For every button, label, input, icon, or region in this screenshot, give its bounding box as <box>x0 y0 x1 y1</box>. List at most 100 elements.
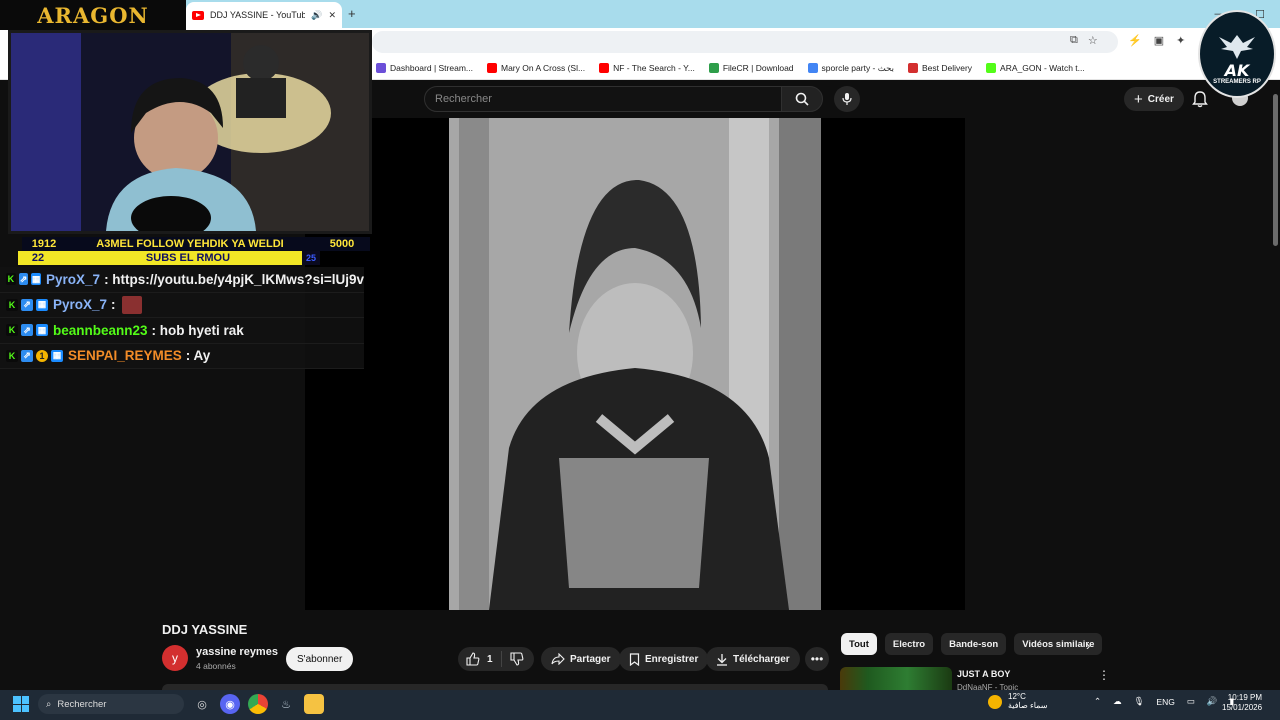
chevron-right-icon[interactable]: › <box>1086 638 1090 653</box>
bookmark-favicon-icon <box>986 63 997 73</box>
subs-goal-bar: 22 SUBS EL RMOU <box>18 251 318 265</box>
grid-badge-icon: ▦ <box>36 298 48 311</box>
extensions-area: ⚡ ▣ ✦ <box>1128 34 1185 47</box>
ak-logo-subtitle: STREAMERS RP <box>1213 79 1261 86</box>
save-button[interactable]: Enregistrer <box>619 647 709 671</box>
share-button[interactable]: Partager <box>541 647 621 671</box>
kick-badge-icon: K <box>6 273 16 286</box>
steam-icon[interactable]: ♨ <box>276 694 296 714</box>
bookmark-item[interactable]: Mary On A Cross (Sl... <box>487 63 585 73</box>
taskbar-search-label: Rechercher <box>57 698 107 710</box>
file-explorer-icon[interactable] <box>304 694 324 714</box>
share-icon <box>551 653 565 665</box>
recommendation-thumbnail[interactable] <box>840 667 952 690</box>
chat-message: K ⇗ ▦ PyroX_7: <box>0 292 364 318</box>
bookmark-item[interactable]: ARA_GON - Watch t... <box>986 63 1085 73</box>
sun-icon <box>988 694 1002 709</box>
speaker-icon[interactable]: 🔊 <box>311 10 322 21</box>
recommendation-channel: DdNaaNF - Topic <box>957 683 1019 690</box>
bookmark-item[interactable]: sporcle party - بحث <box>807 63 894 74</box>
cloud-icon[interactable]: ☁ <box>1113 696 1122 707</box>
vertical-dots-icon[interactable]: ⋮ <box>1098 668 1110 682</box>
windows-start-icon[interactable] <box>13 696 29 712</box>
like-button[interactable]: 1 <box>458 651 502 667</box>
channel-name[interactable]: yassine reymes <box>196 646 278 658</box>
search-icon: ⌕ <box>46 698 52 710</box>
follow-goal-bar: 1912 A3MEL FOLLOW YEHDIK YA WELDI 5000 <box>22 237 370 251</box>
video-frame[interactable] <box>449 118 821 610</box>
microphone-icon <box>842 93 852 105</box>
chat-username[interactable]: PyroX_7 <box>53 297 107 312</box>
download-button[interactable]: Télécharger <box>706 647 800 671</box>
channel-avatar[interactable]: y <box>162 645 188 671</box>
grid-badge-icon: ▦ <box>51 349 63 362</box>
arrow-badge-icon: ⇗ <box>21 324 33 337</box>
bookmark-item[interactable]: FileCR | Download <box>708 63 794 73</box>
webcam-feed <box>8 30 372 234</box>
thumbs-up-icon <box>466 652 480 666</box>
kick-badge-icon: K <box>6 349 18 362</box>
grid-badge-icon: ▦ <box>31 273 42 286</box>
bookmark-item[interactable]: Best Delivery <box>907 63 972 73</box>
kick-badge-icon: K <box>6 324 18 337</box>
bookmark-item[interactable]: NF - The Search - Y... <box>599 63 695 73</box>
browser-tab-active[interactable]: DDJ YASSINE - YouTube 🔊 ✕ <box>186 2 342 28</box>
extension-icon[interactable]: ⚡ <box>1128 34 1142 47</box>
filter-chip[interactable]: Electro <box>884 633 934 655</box>
discord-icon[interactable]: ◉ <box>220 694 240 714</box>
bookmark-star-icon[interactable]: ☆ <box>1088 34 1098 47</box>
search-icon <box>795 92 809 106</box>
bookmark-item[interactable]: Dashboard | Stream... <box>376 63 473 73</box>
address-bar[interactable] <box>372 31 1118 53</box>
chat-text: : Ay <box>185 348 211 364</box>
omnibox-actions: ⧉ ☆ <box>1070 34 1098 47</box>
recommendation-title[interactable]: JUST A BOY <box>957 669 1010 679</box>
screenshot-extension-icon[interactable]: ▣ <box>1154 34 1164 47</box>
new-tab-button[interactable]: + <box>348 6 356 21</box>
more-horizontal-icon: ••• <box>810 652 824 666</box>
video-still-image <box>449 118 821 610</box>
copilot-icon[interactable]: ◎ <box>192 694 212 714</box>
more-actions-button[interactable]: ••• <box>805 647 829 671</box>
chat-message: K ⇗ 1 ▦ SENPAI_REYMES: Ay <box>0 343 364 369</box>
subscribe-button[interactable]: S'abonner <box>286 647 354 671</box>
bookmark-label: ARA_GON - Watch t... <box>1000 63 1085 73</box>
chrome-icon[interactable] <box>248 694 268 714</box>
taskbar-search[interactable]: ⌕ Rechercher <box>38 694 184 714</box>
language-indicator[interactable]: ENG <box>1156 697 1174 707</box>
voice-search-button[interactable] <box>834 86 860 112</box>
notifications-button[interactable] <box>1192 90 1208 113</box>
chat-emote-icon <box>121 295 142 314</box>
search-button[interactable] <box>781 86 823 112</box>
taskbar-clock[interactable]: 10:19 PM 15/01/2026 <box>1222 693 1262 713</box>
plus-icon: + <box>1134 90 1143 108</box>
scrollbar-thumb[interactable] <box>1273 94 1278 246</box>
network-icon[interactable]: ▭ <box>1187 696 1195 707</box>
search-input[interactable]: Rechercher <box>424 86 782 112</box>
stream-chat: K ⇗ ▦ PyroX_7: https://youtu.be/y4pjK_lKMws… <box>0 267 364 369</box>
install-app-icon[interactable]: ⧉ <box>1070 34 1078 47</box>
filter-chip[interactable]: Tout <box>841 633 877 655</box>
filter-chip[interactable]: Bande-son <box>941 633 1007 655</box>
ak-streamers-logo: AK STREAMERS RP <box>1198 10 1276 98</box>
close-tab-icon[interactable]: ✕ <box>328 10 336 21</box>
chat-username[interactable]: SENPAI_REYMES <box>68 348 182 363</box>
chat-text: : https://youtu.be/y4pjK_lKMws?si=lUj9v <box>104 271 364 287</box>
taskbar-apps: ◎ ◉ ♨ <box>192 694 324 714</box>
subs-goal-text: SUBS EL RMOU <box>145 252 231 264</box>
bookmark-icon <box>629 652 640 666</box>
save-label: Enregistrer <box>645 653 699 665</box>
puzzle-extensions-icon[interactable]: ✦ <box>1176 34 1185 47</box>
chevron-up-icon[interactable]: ⌃ <box>1094 696 1101 707</box>
create-label: Créer <box>1147 93 1174 105</box>
chat-username[interactable]: beannbeann23 <box>53 323 148 338</box>
youtube-icon <box>192 10 204 20</box>
microphone-icon[interactable]: 🎙 <box>1134 696 1145 707</box>
volume-icon[interactable]: 🔊 <box>1207 696 1218 707</box>
chat-username[interactable]: PyroX_7 <box>46 272 100 287</box>
subscriber-count: 4 abonnés <box>196 661 236 671</box>
video-title: DDJ YASSINE <box>162 622 248 637</box>
weather-widget[interactable]: 12°C سماء صافية <box>988 692 1048 711</box>
dislike-button[interactable] <box>502 652 534 666</box>
create-button[interactable]: + Créer <box>1124 87 1184 111</box>
